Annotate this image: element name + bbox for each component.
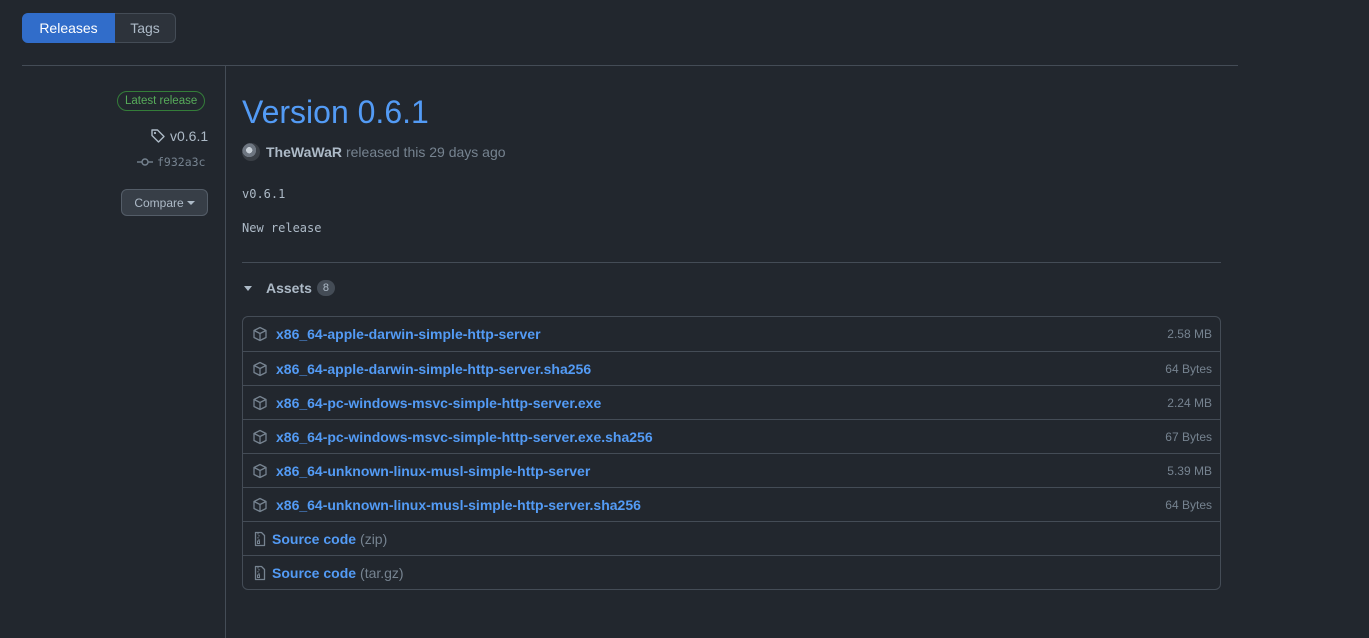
package-icon [253, 463, 267, 478]
list-item: x86_64-apple-darwin-simple-http-server 2… [243, 317, 1220, 351]
tag-label: v0.6.1 [170, 128, 209, 144]
git-commit-icon [137, 158, 153, 166]
asset-link[interactable]: x86_64-unknown-linux-musl-simple-http-se… [276, 463, 590, 479]
file-zip-icon [254, 565, 266, 580]
asset-size: 5.39 MB [1167, 463, 1212, 478]
asset-size: 64 Bytes [1165, 497, 1212, 512]
author-name[interactable]: TheWaWaR [266, 144, 342, 160]
tag-link[interactable]: v0.6.1 [150, 128, 208, 144]
list-item: x86_64-unknown-linux-musl-simple-http-se… [243, 487, 1220, 521]
compare-button[interactable]: Compare [121, 189, 208, 216]
timeline-line [225, 66, 226, 638]
asset-size: 2.24 MB [1167, 395, 1212, 410]
package-icon [253, 361, 267, 376]
source-ext: (zip) [360, 530, 388, 547]
avatar[interactable] [242, 143, 260, 161]
file-zip-icon [254, 531, 266, 546]
divider [22, 65, 1238, 66]
release-title[interactable]: Version 0.6.1 [242, 94, 429, 131]
source-ext: (tar.gz) [360, 564, 404, 581]
list-item: x86_64-unknown-linux-musl-simple-http-se… [243, 453, 1220, 487]
package-icon [253, 497, 267, 512]
compare-label: Compare [134, 195, 184, 210]
asset-size: 67 Bytes [1165, 429, 1212, 444]
assets-count: 8 [316, 280, 336, 296]
list-item: Source code (tar.gz) [243, 555, 1220, 589]
asset-link[interactable]: x86_64-apple-darwin-simple-http-server.s… [276, 361, 591, 377]
release-byline: TheWaWaR released this 29 days ago [242, 143, 506, 161]
list-item: x86_64-apple-darwin-simple-http-server.s… [243, 351, 1220, 385]
triangle-down-icon [244, 285, 252, 291]
package-icon [253, 326, 267, 342]
release-body-line: New release [242, 221, 322, 235]
divider [242, 262, 1221, 263]
package-icon [253, 395, 267, 410]
tab-releases[interactable]: Releases [22, 13, 115, 43]
asset-link[interactable]: x86_64-apple-darwin-simple-http-server [276, 326, 541, 342]
assets-list: x86_64-apple-darwin-simple-http-server 2… [242, 316, 1221, 590]
source-label: Source code [272, 564, 357, 581]
released-text: released this 29 days ago [345, 144, 506, 160]
assets-toggle[interactable]: Assets 8 [244, 280, 336, 296]
asset-size: 2.58 MB [1167, 327, 1212, 341]
assets-title: Assets [266, 280, 312, 296]
list-item: x86_64-pc-windows-msvc-simple-http-serve… [243, 385, 1220, 419]
tag-icon [151, 129, 165, 143]
source-label: Source code [272, 530, 357, 547]
list-item: Source code (zip) [243, 521, 1220, 555]
asset-link[interactable]: x86_64-unknown-linux-musl-simple-http-se… [276, 497, 641, 513]
tab-tags[interactable]: Tags [115, 13, 176, 43]
commit-link[interactable]: f932a3c [137, 155, 205, 169]
release-tabs: Releases Tags [22, 13, 176, 43]
list-item: x86_64-pc-windows-msvc-simple-http-serve… [243, 419, 1220, 453]
package-icon [253, 429, 267, 444]
asset-size: 64 Bytes [1165, 361, 1212, 376]
source-code-targz-link[interactable]: Source code (tar.gz) [272, 565, 404, 581]
source-code-zip-link[interactable]: Source code (zip) [272, 531, 387, 547]
latest-release-badge: Latest release [117, 91, 206, 111]
chevron-down-icon [186, 200, 195, 205]
commit-sha: f932a3c [157, 155, 206, 169]
release-body-line: v0.6.1 [242, 187, 286, 201]
asset-link[interactable]: x86_64-pc-windows-msvc-simple-http-serve… [276, 429, 653, 445]
asset-link[interactable]: x86_64-pc-windows-msvc-simple-http-serve… [276, 395, 601, 411]
